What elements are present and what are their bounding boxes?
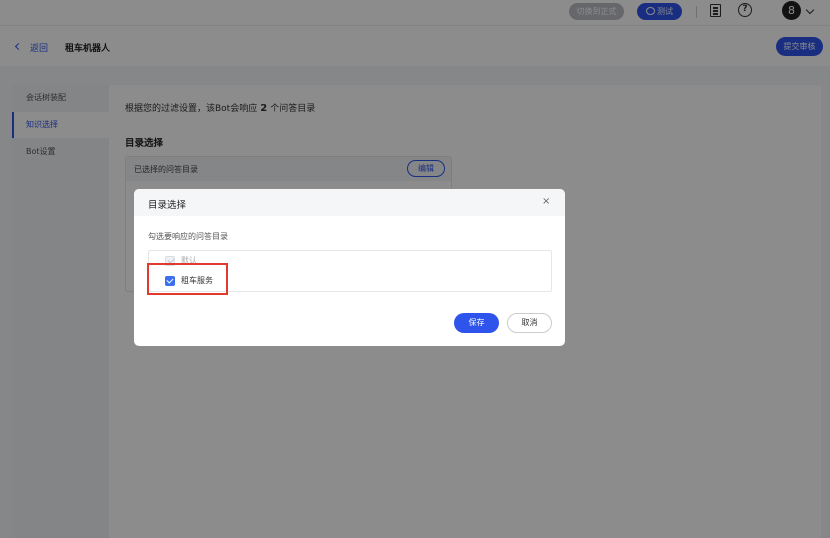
modal-header: 目录选择 × [134,189,565,216]
modal-instruction: 勾选要响应的问答目录 [148,232,228,241]
cancel-button[interactable]: 取消 [507,313,552,333]
close-icon[interactable]: × [542,196,550,207]
modal-title: 目录选择 [148,200,187,211]
highlight-box [147,263,228,295]
save-button[interactable]: 保存 [454,313,499,333]
